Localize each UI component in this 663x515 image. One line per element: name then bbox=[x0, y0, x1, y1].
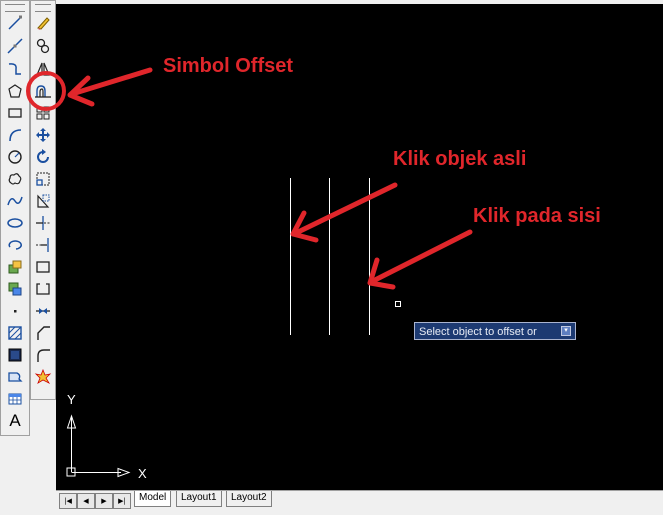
stretch-icon[interactable] bbox=[32, 191, 54, 211]
multiline-text-icon[interactable]: A bbox=[4, 411, 26, 431]
annotation-original-label: Klik objek asli bbox=[393, 148, 527, 170]
tooltip-text: Select object to offset or bbox=[419, 326, 537, 338]
copy-icon[interactable] bbox=[32, 36, 54, 56]
trim-icon[interactable] bbox=[32, 213, 54, 233]
spline-icon[interactable] bbox=[4, 191, 26, 211]
ucs-x-label: X bbox=[138, 466, 147, 481]
insert-block-icon[interactable] bbox=[4, 257, 26, 277]
arc-icon[interactable] bbox=[4, 125, 26, 145]
make-block-icon[interactable] bbox=[4, 279, 26, 299]
line-icon[interactable] bbox=[4, 13, 26, 33]
chamfer-icon[interactable] bbox=[32, 323, 54, 343]
first-tab-button[interactable]: |◀ bbox=[59, 493, 77, 509]
tab-model[interactable]: Model bbox=[134, 491, 172, 507]
draw-toolbar: A bbox=[0, 0, 30, 436]
fillet-icon[interactable] bbox=[32, 345, 54, 365]
revision-cloud-icon[interactable] bbox=[4, 169, 26, 189]
polyline-icon[interactable] bbox=[4, 59, 26, 79]
circle-icon[interactable] bbox=[4, 147, 26, 167]
layout-tab-bar: |◀ ◀ ▶ ▶| Model Layout1 Layout2 bbox=[56, 490, 663, 515]
toolbar-grip[interactable] bbox=[35, 4, 51, 12]
ucs-icon bbox=[66, 414, 131, 478]
construction-line-icon[interactable] bbox=[4, 36, 26, 56]
move-icon[interactable] bbox=[32, 125, 54, 145]
table-icon[interactable] bbox=[4, 389, 26, 409]
dynamic-input-tooltip: Select object to offset or ▾ bbox=[414, 322, 576, 340]
tab-layout2[interactable]: Layout2 bbox=[226, 491, 272, 507]
join-icon[interactable] bbox=[32, 301, 54, 321]
drawing-canvas[interactable]: Y X Select object to offset or ▾ bbox=[56, 4, 663, 490]
polygon-icon[interactable] bbox=[4, 81, 26, 101]
extend-icon[interactable] bbox=[32, 235, 54, 255]
crosshair-pickbox bbox=[395, 301, 401, 307]
rotate-icon[interactable] bbox=[32, 147, 54, 167]
hatch-icon[interactable] bbox=[4, 323, 26, 343]
tooltip-options-down-arrow-icon[interactable]: ▾ bbox=[561, 326, 571, 336]
region-icon[interactable] bbox=[4, 367, 26, 387]
rectangle-icon[interactable] bbox=[4, 103, 26, 123]
annotation-side-label: Klik pada sisi bbox=[473, 205, 601, 227]
point-icon[interactable] bbox=[4, 301, 26, 321]
next-tab-button[interactable]: ▶ bbox=[95, 493, 113, 509]
annotation-offset-label: Simbol Offset bbox=[163, 55, 294, 77]
toolbar-grip[interactable] bbox=[5, 4, 25, 12]
previous-tab-button[interactable]: ◀ bbox=[77, 493, 95, 509]
scale-icon[interactable] bbox=[32, 169, 54, 189]
explode-icon[interactable] bbox=[32, 367, 54, 387]
ucs-y-label: Y bbox=[67, 392, 76, 407]
erase-icon[interactable] bbox=[32, 13, 54, 33]
break-icon[interactable] bbox=[32, 279, 54, 299]
break-at-point-icon[interactable] bbox=[32, 257, 54, 277]
ellipse-arc-icon[interactable] bbox=[4, 235, 26, 255]
offset-icon[interactable] bbox=[32, 81, 54, 101]
tab-layout1[interactable]: Layout1 bbox=[176, 491, 222, 507]
gradient-icon[interactable] bbox=[4, 345, 26, 365]
last-tab-button[interactable]: ▶| bbox=[113, 493, 131, 509]
ellipse-icon[interactable] bbox=[4, 213, 26, 233]
array-icon[interactable] bbox=[32, 103, 54, 123]
modify-toolbar bbox=[30, 0, 56, 400]
mirror-icon[interactable] bbox=[32, 59, 54, 79]
